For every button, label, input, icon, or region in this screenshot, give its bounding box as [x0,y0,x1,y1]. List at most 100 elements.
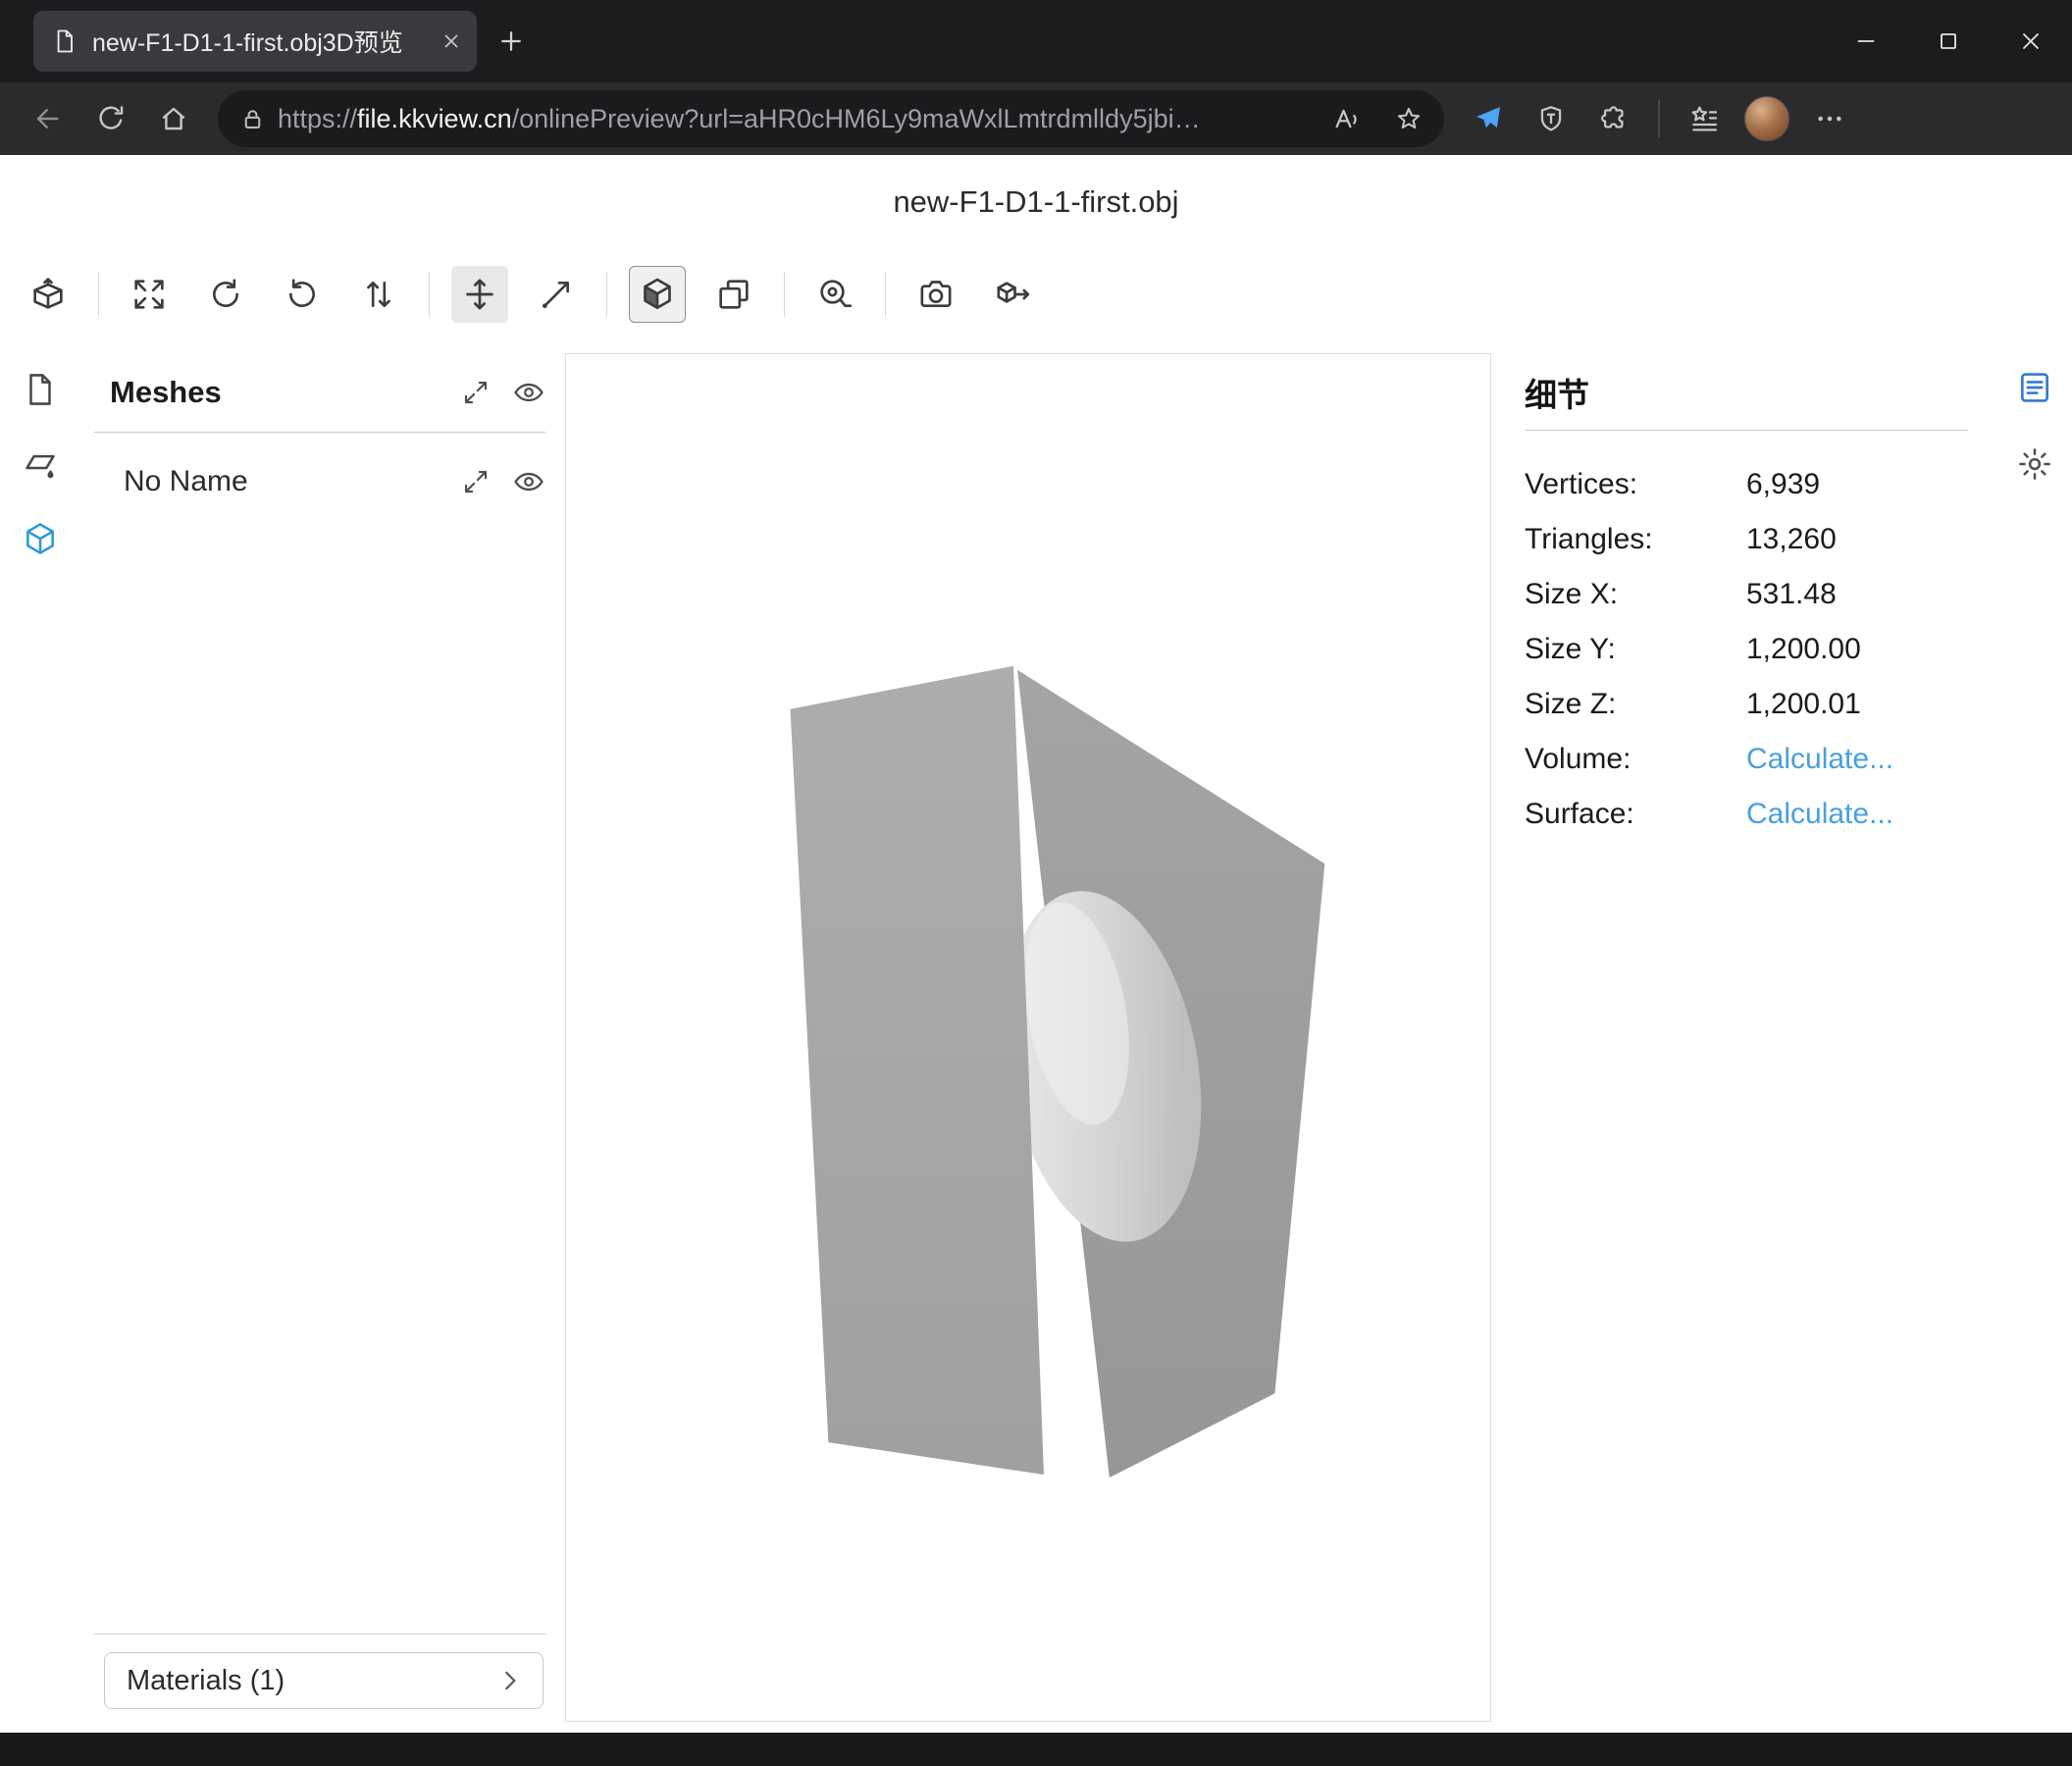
meshes-header-divider [94,432,545,433]
detail-row-size-z: Size Z: 1,200.01 [1525,677,1968,732]
detail-row-triangles: Triangles: 13,260 [1525,512,1968,567]
materials-divider [94,1634,545,1635]
right-icon-strip [1997,339,2072,1733]
meshes-tab-cube-icon[interactable] [22,520,59,557]
detail-row-volume: Volume: Calculate... [1525,732,1968,787]
lock-icon[interactable] [239,106,266,132]
maximize-button[interactable] [1907,0,1990,82]
visibility-all-eye-icon[interactable] [512,376,545,409]
mesh-name: No Name [94,465,440,498]
details-header-divider [1525,430,1968,431]
page-title: new-F1-D1-1-first.obj [0,155,2072,249]
materials-button[interactable]: Materials (1) [104,1652,544,1709]
shield-extension-icon[interactable] [1523,91,1580,146]
calculate-surface-link[interactable]: Calculate... [1746,798,1893,831]
detail-label: Surface: [1525,798,1746,831]
detail-value: 1,200.00 [1746,633,1861,666]
detail-row-size-x: Size X: 531.48 [1525,567,1968,622]
screenshot-camera-button[interactable] [907,266,964,323]
meshes-panel: Meshes No Name [80,339,563,1733]
materials-label: Materials (1) [127,1665,285,1697]
toolbar-divider [429,272,430,317]
calculate-volume-link[interactable]: Calculate... [1746,743,1893,776]
detail-label: Vertices: [1525,468,1746,501]
toolbar-divider [606,272,607,317]
browser-tab[interactable]: new-F1-D1-1-first.obj3D预览 [33,11,477,72]
details-rows: Vertices: 6,939 Triangles: 13,260 Size X… [1525,457,1968,842]
page-content: new-F1-D1-1-first.obj [0,155,2072,1733]
extension-bird-icon[interactable] [1460,91,1517,146]
window-bottom-edge [0,1733,2072,1766]
toolbar-divider [885,272,886,317]
detail-value: 531.48 [1746,578,1837,611]
url-path: /onlinePreview?url=aHR0cHM6Ly9maWxlLmtrd… [512,104,1201,133]
detail-label: Triangles: [1525,523,1746,556]
meshes-header-row: Meshes [94,365,545,420]
rotate-right-button[interactable] [274,266,331,323]
left-icon-strip [0,339,80,1733]
new-tab-button[interactable] [496,11,526,72]
home-button[interactable] [145,91,202,146]
back-button[interactable] [20,91,77,146]
tab-title: new-F1-D1-1-first.obj3D预览 [92,24,426,59]
url-text[interactable]: https://file.kkview.cn/onlinePreview?url… [278,104,1309,134]
wireframe-view-button[interactable] [705,266,762,323]
browser-navbar: https://file.kkview.cn/onlinePreview?url… [0,82,2072,155]
read-aloud-icon[interactable] [1321,94,1372,143]
fit-view-button[interactable] [121,266,178,323]
move-tool-button[interactable] [451,266,508,323]
favorite-star-icon[interactable] [1383,94,1434,143]
detail-value: 1,200.01 [1746,688,1861,721]
open-model-button[interactable] [20,266,77,323]
panel-spacer [94,507,545,1634]
tab-favicon-document-icon [51,27,78,55]
mesh-visibility-eye-icon[interactable] [512,465,545,498]
3d-model-render [566,354,1490,1721]
minimize-button[interactable] [1825,0,1907,82]
zoom-to-all-icon[interactable] [461,378,491,407]
detail-value: 13,260 [1746,523,1837,556]
window-controls [1825,0,2072,82]
model-left-plane [791,666,1044,1475]
swap-vertical-button[interactable] [350,266,407,323]
viewer-main: Meshes No Name [0,339,2072,1733]
extensions-puzzle-icon[interactable] [1585,91,1642,146]
detail-row-surface: Surface: Calculate... [1525,787,1968,842]
refresh-button[interactable] [82,91,139,146]
shaded-view-button[interactable] [629,266,686,323]
detail-label: Size X: [1525,578,1746,611]
browser-titlebar: new-F1-D1-1-first.obj3D预览 [0,0,2072,82]
toolbar-divider [784,272,785,317]
tape-measure-button[interactable] [806,266,863,323]
meshes-header: Meshes [94,375,440,410]
details-list-icon[interactable] [2016,369,2053,406]
tab-close-icon[interactable] [440,29,463,53]
navbar-divider [1658,100,1660,137]
detail-label: Volume: [1525,743,1746,776]
favorites-hub-icon[interactable] [1676,91,1733,146]
mesh-list-item[interactable]: No Name [94,456,545,507]
export-model-button[interactable] [984,266,1041,323]
measure-line-button[interactable] [528,266,585,323]
chevron-right-icon [495,1666,525,1695]
close-button[interactable] [1990,0,2072,82]
address-bar[interactable]: https://file.kkview.cn/onlinePreview?url… [218,90,1444,147]
profile-avatar[interactable] [1738,91,1795,146]
avatar [1744,96,1789,141]
details-panel: 细节 Vertices: 6,939 Triangles: 13,260 Siz… [1495,339,1997,1733]
model-info-page-icon[interactable] [22,371,59,408]
detail-row-vertices: Vertices: 6,939 [1525,457,1968,512]
details-header: 细节 [1525,365,1968,420]
detail-row-size-y: Size Y: 1,200.00 [1525,622,1968,677]
settings-gear-icon[interactable] [2016,445,2053,483]
rotate-left-button[interactable] [197,266,254,323]
zoom-to-mesh-icon[interactable] [461,467,491,496]
detail-label: Size Z: [1525,688,1746,721]
3d-viewport[interactable] [565,353,1491,1722]
browser-window: new-F1-D1-1-first.obj3D预览 [0,0,2072,1766]
toolbar-divider [98,272,99,317]
url-scheme: https:// [278,104,357,133]
browser-menu-icon[interactable] [1801,91,1858,146]
materials-tab-icon[interactable] [22,445,59,483]
detail-label: Size Y: [1525,633,1746,666]
